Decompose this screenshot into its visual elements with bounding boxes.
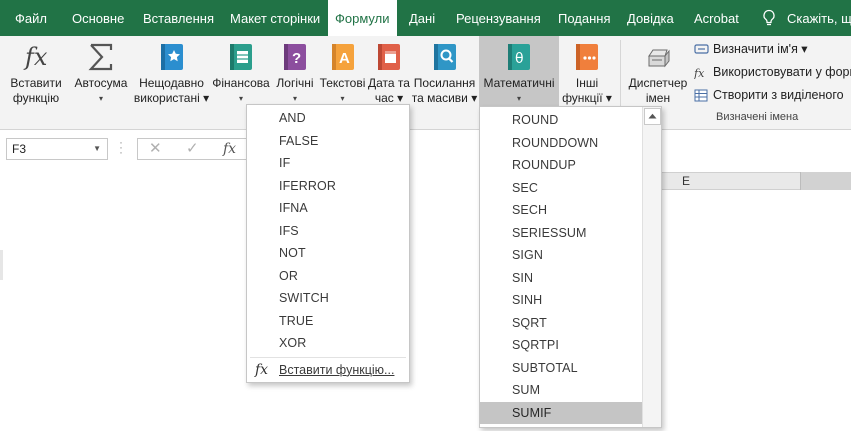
row-header-edge bbox=[0, 250, 3, 280]
menu-item-sum[interactable]: SUM bbox=[480, 379, 643, 402]
menu-scrollbar[interactable] bbox=[642, 107, 661, 427]
recently-used-button[interactable]: Нещодавно використані ▾ bbox=[133, 36, 210, 112]
tab-help[interactable]: Довідка bbox=[627, 0, 674, 36]
logical-functions-menu: AND FALSE IF IFERROR IFNA IFS NOT OR SWI… bbox=[246, 104, 410, 383]
svg-text:fx: fx bbox=[23, 43, 48, 71]
menu-item-sign[interactable]: SIGN bbox=[480, 244, 643, 267]
menu-item-false[interactable]: FALSE bbox=[247, 130, 409, 153]
menu-item-sec[interactable]: SEC bbox=[480, 177, 643, 200]
menu-item-sinh[interactable]: SINH bbox=[480, 289, 643, 312]
menu-item-and[interactable]: AND bbox=[247, 107, 409, 130]
more-book-icon bbox=[576, 44, 598, 70]
menu-item-sech[interactable]: SECH bbox=[480, 199, 643, 222]
svg-text:A: A bbox=[339, 50, 350, 67]
menu-item-sqrtpi[interactable]: SQRTPI bbox=[480, 334, 643, 357]
sigma-icon bbox=[88, 43, 113, 71]
more-functions-button[interactable]: Інші функції ▾ bbox=[559, 36, 615, 112]
menu-item-xor[interactable]: XOR bbox=[247, 332, 409, 355]
lightbulb-icon bbox=[763, 9, 775, 26]
tab-page-layout[interactable]: Макет сторінки bbox=[230, 0, 320, 36]
cancel-icon[interactable]: ✕ bbox=[149, 139, 162, 159]
menu-item-seriessum[interactable]: SERIESSUM bbox=[480, 222, 643, 245]
insert-function-icon[interactable]: fx bbox=[223, 139, 236, 159]
autosum-button[interactable]: Автосума ▾ bbox=[70, 36, 132, 112]
ribbon-tab-bar: Файл Основне Вставлення Макет сторінки Ф… bbox=[0, 0, 851, 36]
lookup-book-icon bbox=[433, 44, 456, 70]
column-header-e[interactable]: E bbox=[682, 173, 690, 189]
menu-item-if[interactable]: IF bbox=[247, 152, 409, 175]
tab-insert[interactable]: Вставлення bbox=[143, 0, 214, 36]
menu-item-rounddown[interactable]: ROUNDDOWN bbox=[480, 132, 643, 155]
formula-buttons: ✕ ✓ fx bbox=[137, 138, 249, 160]
menu-item-roundup[interactable]: ROUNDUP bbox=[480, 154, 643, 177]
ribbon-panel: fx Вставити функцію Автосума ▾ Нещодавно… bbox=[0, 36, 851, 130]
menu-item-sin[interactable]: SIN bbox=[480, 267, 643, 290]
fx-small-icon: fx bbox=[694, 67, 705, 79]
financial-book-icon bbox=[230, 44, 252, 70]
name-box[interactable]: F3 ▼ bbox=[6, 138, 108, 160]
tab-acrobat[interactable]: Acrobat bbox=[694, 0, 739, 36]
date-time-button[interactable]: Дата та час ▾ bbox=[367, 36, 411, 112]
insert-function-button[interactable]: fx Вставити функцію bbox=[4, 36, 68, 112]
chevron-down-icon[interactable]: ▼ bbox=[93, 139, 101, 159]
theta-book-icon: θ bbox=[508, 44, 530, 70]
tab-data[interactable]: Дані bbox=[409, 0, 435, 36]
math-trig-functions-menu: ROUND ROUNDDOWN ROUNDUP SEC SECH SERIESS… bbox=[479, 106, 662, 428]
create-from-selection-icon bbox=[694, 89, 708, 102]
scroll-up-button[interactable] bbox=[644, 108, 661, 125]
tell-me-search[interactable]: Скажіть, що bbox=[787, 0, 851, 36]
name-manager-button[interactable]: Диспетчер імен bbox=[624, 36, 692, 112]
calendar-book-icon bbox=[378, 44, 400, 70]
svg-text:fx: fx bbox=[694, 67, 705, 79]
column-header-selected[interactable] bbox=[800, 172, 851, 190]
logical-book-icon: ? bbox=[284, 44, 306, 70]
enter-icon[interactable]: ✓ bbox=[186, 139, 199, 159]
menu-item-ifna[interactable]: IFNA bbox=[247, 197, 409, 220]
column-headers: E bbox=[660, 172, 851, 190]
svg-text:θ: θ bbox=[515, 51, 524, 67]
math-trig-button[interactable]: θ Математичні ▾ bbox=[479, 36, 559, 112]
tab-view[interactable]: Подання bbox=[558, 0, 611, 36]
svg-text:?: ? bbox=[292, 50, 301, 67]
menu-item-true[interactable]: TRUE bbox=[247, 310, 409, 333]
menu-item-ifs[interactable]: IFS bbox=[247, 220, 409, 243]
tab-formulas[interactable]: Формули bbox=[328, 0, 397, 36]
tab-review[interactable]: Рецензування bbox=[456, 0, 541, 36]
logical-button[interactable]: ? Логічні ▾ bbox=[272, 36, 318, 112]
fx-icon: fx bbox=[255, 362, 269, 378]
tag-icon bbox=[694, 44, 709, 54]
text-book-icon: A bbox=[331, 44, 354, 70]
menu-item-or[interactable]: OR bbox=[247, 265, 409, 288]
star-book-icon bbox=[160, 44, 183, 70]
menu-item-subtotal[interactable]: SUBTOTAL bbox=[480, 357, 643, 380]
financial-button[interactable]: Фінансова ▾ bbox=[210, 36, 272, 112]
chevron-up-icon bbox=[648, 113, 657, 119]
text-functions-button[interactable]: A Текстові ▾ bbox=[318, 36, 367, 112]
menu-item-iferror[interactable]: IFERROR bbox=[247, 175, 409, 198]
menu-item-round[interactable]: ROUND bbox=[480, 109, 643, 132]
tab-file[interactable]: Файл bbox=[15, 0, 47, 36]
tab-home[interactable]: Основне bbox=[72, 0, 124, 36]
fx-icon: fx bbox=[23, 43, 48, 71]
menu-item-sqrt[interactable]: SQRT bbox=[480, 312, 643, 335]
menu-item-switch[interactable]: SWITCH bbox=[247, 287, 409, 310]
lookup-reference-button[interactable]: Посилання та масиви ▾ bbox=[411, 36, 478, 112]
menu-item-not[interactable]: NOT bbox=[247, 242, 409, 265]
defined-names-group-label: Визначені імена bbox=[716, 111, 799, 123]
name-box-value: F3 bbox=[12, 142, 27, 156]
menu-item-sumif[interactable]: SUMIF bbox=[480, 401, 643, 424]
drag-handle-icon[interactable]: · · · bbox=[119, 136, 123, 158]
insert-function-menu-item[interactable]: fx Вставити функцію... bbox=[247, 358, 409, 382]
formula-bar: F3 ▼ · · · ✕ ✓ fx bbox=[0, 130, 851, 166]
name-manager-icon bbox=[648, 49, 670, 68]
